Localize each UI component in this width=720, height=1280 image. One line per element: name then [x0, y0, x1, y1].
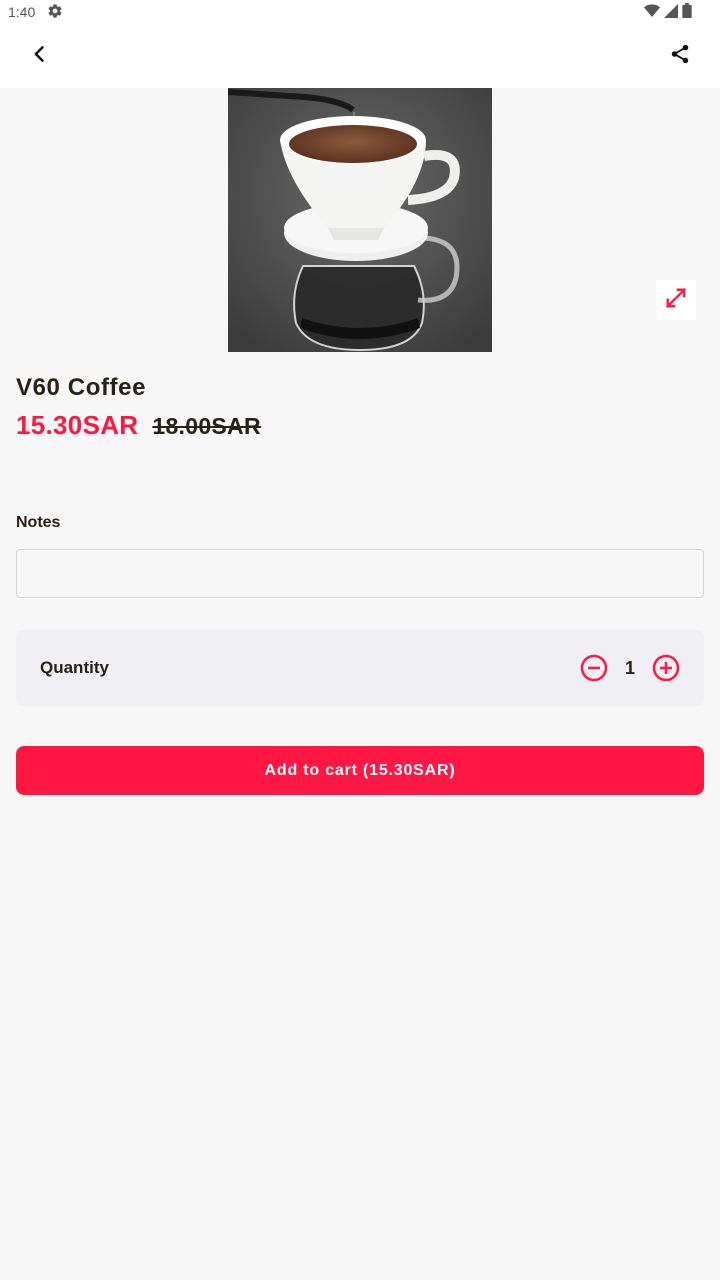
back-button[interactable] [22, 38, 58, 74]
expand-image-button[interactable] [656, 280, 696, 320]
notes-input[interactable] [16, 549, 704, 598]
price-row: 15.30SAR 18.00SAR [16, 410, 261, 441]
quantity-stepper: Quantity 1 [16, 630, 704, 706]
settings-icon [47, 3, 63, 22]
current-price: 15.30SAR [16, 410, 139, 440]
quantity-label: Quantity [40, 658, 109, 677]
increase-quantity-button[interactable] [651, 653, 681, 683]
quantity-value: 1 [624, 658, 635, 678]
original-price: 18.00SAR [152, 413, 261, 439]
battery-icon [682, 3, 692, 21]
share-icon [669, 43, 691, 70]
signal-icon [664, 3, 678, 21]
app-bar [0, 24, 720, 88]
status-bar: 1:40 [0, 0, 720, 24]
chevron-left-icon [30, 44, 50, 69]
wifi-icon [644, 3, 660, 21]
product-image [228, 88, 492, 352]
status-time: 1:40 [8, 4, 36, 20]
notes-label: Notes [16, 514, 61, 531]
add-to-cart-button[interactable]: Add to cart (15.30SAR) [16, 746, 704, 795]
expand-icon [665, 287, 687, 314]
share-button[interactable] [662, 38, 698, 74]
plus-circle-icon [651, 654, 681, 687]
minus-circle-icon [579, 654, 609, 687]
decrease-quantity-button[interactable] [579, 653, 609, 683]
product-name: V60 Coffee [16, 374, 147, 401]
